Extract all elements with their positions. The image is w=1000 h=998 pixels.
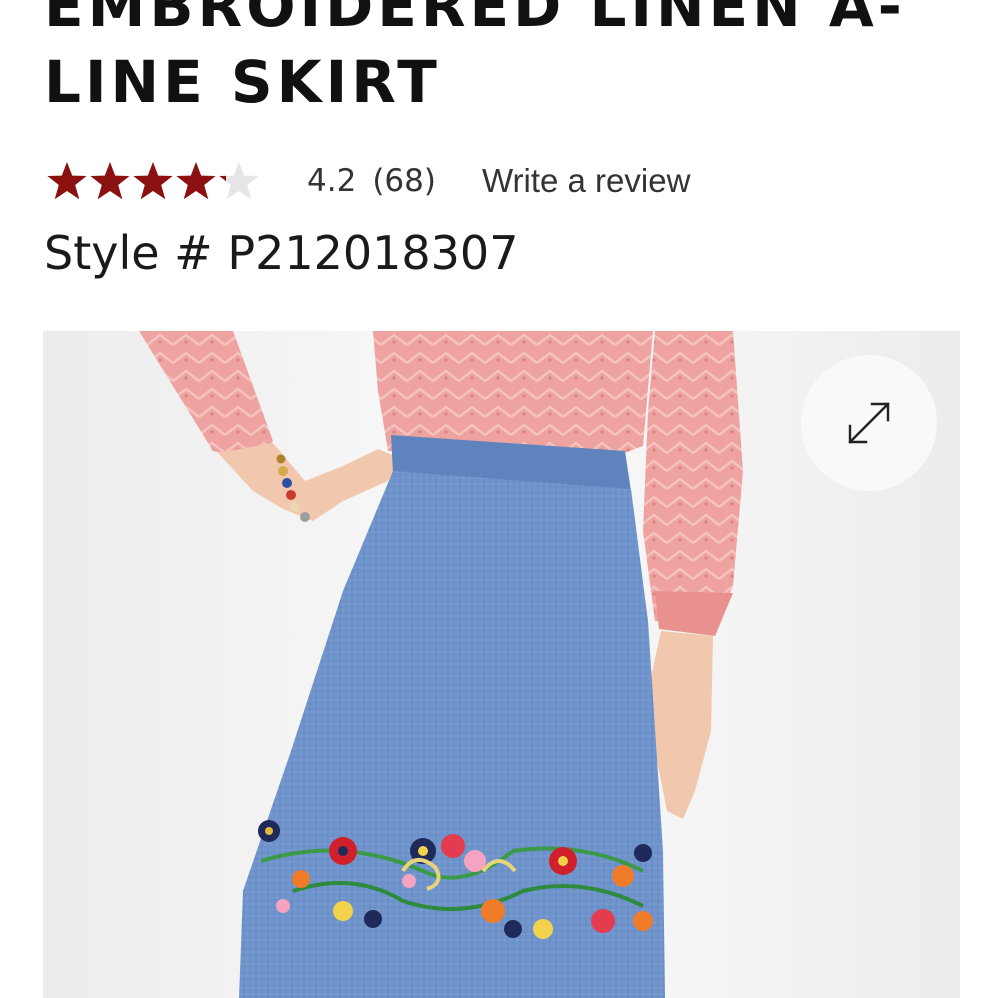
expand-image-button[interactable] <box>801 355 937 491</box>
star-icon <box>46 160 89 202</box>
star-icon <box>175 160 218 202</box>
star-icon <box>132 160 175 202</box>
star-rating[interactable] <box>46 160 261 202</box>
left-hand <box>218 443 403 521</box>
right-sleeve <box>643 331 743 631</box>
star-icon <box>89 160 132 202</box>
style-number: Style # P212018307 <box>44 226 519 280</box>
expand-icon <box>848 402 890 444</box>
rating-row: 4.2 (68) Write a review <box>46 156 690 206</box>
product-page: EMBROIDERED LINEN A-LINE SKIRT 4.2 (68) … <box>0 0 1000 998</box>
product-title: EMBROIDERED LINEN A-LINE SKIRT <box>44 0 906 116</box>
product-image[interactable] <box>43 331 960 998</box>
left-sleeve <box>139 331 273 461</box>
star-icon <box>218 160 261 202</box>
review-count[interactable]: (68) <box>372 163 436 199</box>
rating-value: 4.2 <box>307 163 357 199</box>
write-review-link[interactable]: Write a review <box>482 162 690 200</box>
right-cuff <box>655 591 733 636</box>
